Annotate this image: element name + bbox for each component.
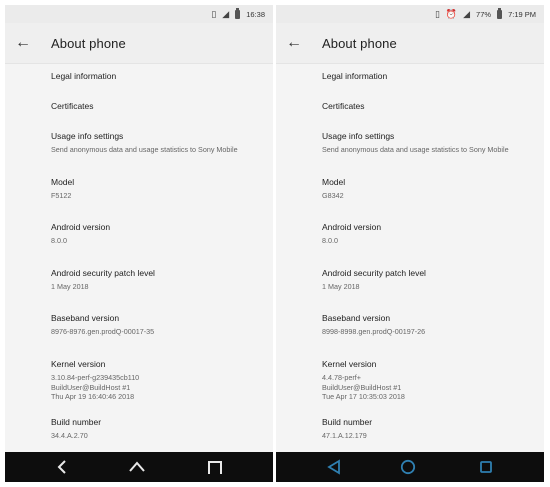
list-item-title: Build number [322,417,373,427]
back-arrow-icon[interactable]: ← [15,35,35,51]
list-item-usage-info[interactable]: Usage info settings Send anonymous data … [51,131,263,155]
list-item-title: Certificates [51,101,94,111]
list-item-value: 3.10.84-perf-g239435cb110 BuildUser@Buil… [51,373,140,401]
battery-icon [497,7,503,19]
home-nav-icon[interactable] [400,459,416,475]
list-item-build-number[interactable]: Build number 47.1.A.12.179 [322,417,534,441]
list-item-value: 1 May 2018 [51,282,89,291]
list-item-title: Model [51,177,75,187]
list-item-title: Baseband version [51,313,120,323]
list-item-title: Usage info settings [51,131,124,141]
back-nav-icon[interactable] [326,459,342,475]
list-item-android-version[interactable]: Android version 8.0.0 [322,222,534,246]
list-item-title: Android version [51,222,111,232]
status-time: 16:38 [246,9,265,19]
list-item-title: Usage info settings [322,131,395,141]
signal-icon: ◢ [222,9,230,19]
battery-icon [235,7,241,19]
list-item-baseband: Baseband version 8976-8976.gen.prodQ-000… [51,313,263,337]
list-item-value: 4.4.78-perf+ BuildUser@BuildHost #1 Tue … [322,373,405,401]
status-bar: ▯ ⏰ ◢ 77% 7:19 PM [276,5,544,23]
list-item-title: Android version [322,222,382,232]
recents-nav-icon[interactable] [478,459,494,475]
phone-screen-left: ▯ ◢ 16:38 ← About phone Legal informatio… [5,5,273,482]
list-item-value: 47.1.A.12.179 [322,431,367,440]
list-item-value: 8.0.0 [322,236,338,245]
back-nav-icon[interactable] [55,459,71,475]
list-item-title: Build number [51,417,102,427]
battery-percent: 77% [476,9,492,19]
alarm-icon: ⏰ [445,9,458,19]
list-item-value: 8976-8976.gen.prodQ-00017-35 [51,327,155,336]
list-item-title: Kernel version [322,359,377,369]
navigation-bar [276,452,544,482]
page-title: About phone [51,35,126,51]
navigation-bar [5,452,273,482]
home-nav-icon[interactable] [129,459,145,475]
list-item-value: Send anonymous data and usage statistics… [51,145,238,154]
list-item-value: 34.4.A.2.70 [51,431,88,440]
phone-screen-right: ▯ ⏰ ◢ 77% 7:19 PM ← About phone Legal in… [276,5,544,482]
list-item-value: F5122 [51,191,72,200]
list-item-title: Baseband version [322,313,391,323]
list-item-certificates[interactable]: Certificates [322,101,534,112]
signal-icon: ◢ [463,9,471,19]
list-item-value: 8.0.0 [51,236,67,245]
list-item-android-version[interactable]: Android version 8.0.0 [51,222,263,246]
app-bar: ← About phone [5,23,273,64]
vibrate-icon: ▯ [434,9,440,19]
list-item-title: Android security patch level [51,268,155,278]
page-title: About phone [322,35,397,51]
list-item-baseband: Baseband version 8998-8998.gen.prodQ-001… [322,313,534,337]
list-item-legal-information[interactable]: Legal information [322,71,534,82]
list-item-security-patch: Android security patch level 1 May 2018 [322,268,534,292]
list-item-value: 1 May 2018 [322,282,360,291]
list-item-usage-info[interactable]: Usage info settings Send anonymous data … [322,131,534,155]
list-item-value: G8342 [322,191,344,200]
list-item-value: 8998-8998.gen.prodQ-00197-26 [322,327,426,336]
status-time: 7:19 PM [508,9,536,19]
vibrate-icon: ▯ [211,9,217,19]
list-item-title: Certificates [322,101,365,111]
list-item-security-patch: Android security patch level 1 May 2018 [51,268,263,292]
list-item-title: Kernel version [51,359,106,369]
list-item-value: Send anonymous data and usage statistics… [322,145,509,154]
list-item-certificates[interactable]: Certificates [51,101,263,112]
list-item-title: Model [322,177,346,187]
list-item-title: Legal information [51,71,117,81]
recents-nav-icon[interactable] [207,459,223,475]
list-item-kernel: Kernel version 4.4.78-perf+ BuildUser@Bu… [322,359,534,402]
back-arrow-icon[interactable]: ← [286,35,306,51]
list-item-model: Model F5122 [51,177,263,201]
list-item-build-number[interactable]: Build number 34.4.A.2.70 [51,417,263,441]
list-item-title: Android security patch level [322,268,426,278]
app-bar: ← About phone [276,23,544,64]
list-item-legal-information[interactable]: Legal information [51,71,263,82]
status-bar: ▯ ◢ 16:38 [5,5,273,23]
list-item-model: Model G8342 [322,177,534,201]
list-item-kernel: Kernel version 3.10.84-perf-g239435cb110… [51,359,263,402]
list-item-title: Legal information [322,71,388,81]
